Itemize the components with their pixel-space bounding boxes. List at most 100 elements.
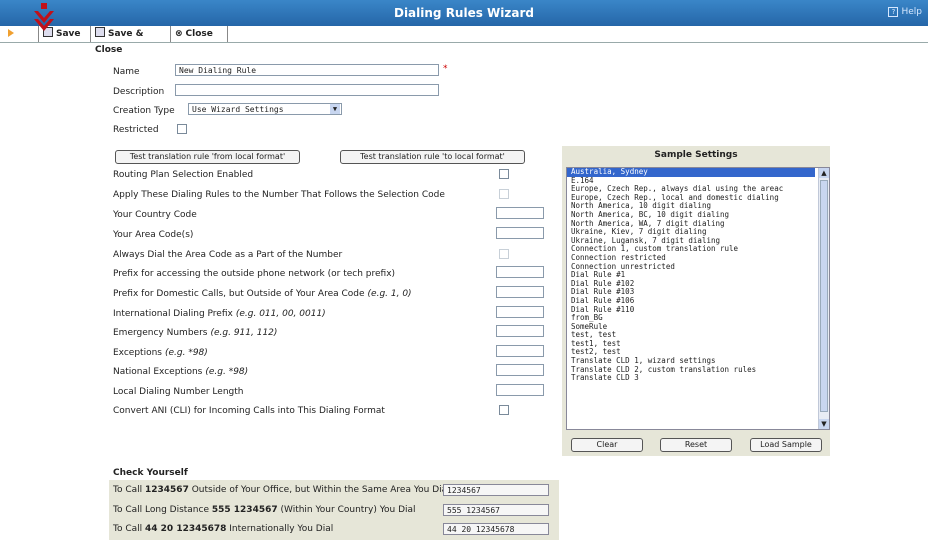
setting-label-text: International Dialing Prefix	[113, 309, 233, 319]
test-from-local-button[interactable]: Test translation rule 'from local format…	[115, 150, 300, 164]
reset-button[interactable]: Reset	[660, 438, 732, 452]
toolbar: Save Save & Close ⊗ Close	[0, 26, 928, 55]
check-text: To Call	[113, 524, 145, 534]
test-to-local-button[interactable]: Test translation rule 'to local format'	[340, 150, 525, 164]
sample-list-item[interactable]: SomeRule	[567, 323, 815, 332]
sample-list-item[interactable]: Dial Rule #102	[567, 280, 815, 289]
setting-input[interactable]	[496, 207, 544, 219]
clear-button[interactable]: Clear	[571, 438, 643, 452]
sample-list-item[interactable]: Translate CLD 2, custom translation rule…	[567, 366, 815, 375]
setting-label-text: Exceptions	[113, 348, 162, 358]
setting-checkbox[interactable]	[499, 249, 509, 259]
name-label: Name	[113, 67, 140, 77]
close-button[interactable]: ⊗ Close	[170, 26, 228, 42]
setting-checkbox[interactable]	[499, 169, 509, 179]
sample-settings-title: Sample Settings	[654, 150, 738, 160]
sample-list-item[interactable]: test, test	[567, 331, 815, 340]
toolbar-expand-icon[interactable]	[8, 29, 14, 37]
setting-label-text: Apply These Dialing Rules to the Number …	[113, 190, 445, 200]
close-label: Close	[185, 29, 213, 39]
help-label: Help	[901, 7, 922, 17]
window-titlebar: Dialing Rules Wizard ? Help	[0, 0, 928, 26]
check-row: To Call 44 20 12345678 Internationally Y…	[113, 520, 333, 538]
sample-list-item[interactable]: Dial Rule #103	[567, 288, 815, 297]
check-text: To Call Long Distance	[113, 505, 212, 515]
check-text: To Call	[113, 485, 145, 495]
creation-type-value: Use Wizard Settings	[192, 105, 284, 114]
setting-label-text: Routing Plan Selection Enabled	[113, 170, 254, 180]
check-number: 555 1234567	[211, 505, 278, 515]
check-text: Internationally You Dial	[226, 524, 334, 534]
sample-list-item[interactable]: Europe, Czech Rep., always dial using th…	[567, 185, 815, 194]
sample-list-item[interactable]: Australia, Sydney	[567, 168, 815, 177]
scrollbar-thumb[interactable]	[820, 180, 828, 412]
sample-list-item[interactable]: test2, test	[567, 348, 815, 357]
setting-input[interactable]	[496, 306, 544, 318]
sample-list-item[interactable]: Dial Rule #1	[567, 271, 815, 280]
cursor-marker-icon	[34, 3, 54, 31]
setting-label: Always Dial the Area Code as a Part of t…	[113, 250, 342, 260]
setting-hint: (e.g. 1, 0)	[367, 289, 412, 299]
sample-list-item[interactable]: Connection restricted	[567, 254, 815, 263]
setting-input[interactable]	[496, 227, 544, 239]
check-text: Outside of Your Office, but Within the S…	[188, 485, 450, 495]
setting-input[interactable]	[496, 345, 544, 357]
sample-settings-list[interactable]: Australia, Sydney E.164 Europe, Czech Rep.…	[566, 167, 830, 430]
check-number: 1234567	[145, 485, 189, 495]
description-input[interactable]	[175, 84, 439, 96]
save-close-button[interactable]: Save & Close	[90, 26, 169, 55]
sample-list-item[interactable]: Europe, Czech Rep., local and domestic d…	[567, 194, 815, 203]
load-sample-button[interactable]: Load Sample	[750, 438, 822, 452]
setting-hint: (e.g. *98)	[205, 367, 249, 377]
sample-list-item[interactable]: North America, WA, 7 digit dialing	[567, 220, 815, 229]
sample-list-item[interactable]: Ukraine, Kiev, 7 digit dialing	[567, 228, 815, 237]
sample-list-item[interactable]: Translate CLD 1, wizard settings	[567, 357, 815, 366]
creation-type-label: Creation Type	[113, 106, 175, 116]
setting-input[interactable]	[496, 266, 544, 278]
window-title: Dialing Rules Wizard	[393, 6, 534, 20]
setting-label: Your Area Code(s)	[113, 230, 193, 240]
setting-input[interactable]	[496, 384, 544, 396]
creation-type-select[interactable]: Use Wizard Settings ▼	[188, 103, 342, 115]
setting-input[interactable]	[496, 364, 544, 376]
sample-list-item[interactable]: Dial Rule #110	[567, 306, 815, 315]
setting-checkbox[interactable]	[499, 405, 509, 415]
sample-list-item[interactable]: Ukraine, Lugansk, 7 digit dialing	[567, 237, 815, 246]
chevron-down-icon: ▼	[330, 104, 340, 114]
restricted-checkbox[interactable]	[177, 124, 187, 134]
setting-label-text: Prefix for accessing the outside phone n…	[113, 269, 396, 279]
setting-label: Your Country Code	[113, 210, 197, 220]
sample-settings-panel: Sample Settings Australia, Sydney E.164 Eu…	[562, 146, 830, 456]
setting-label: Prefix for Domestic Calls, but Outside o…	[113, 289, 412, 299]
sample-list-item[interactable]: Translate CLD 3	[567, 374, 815, 383]
list-scrollbar[interactable]: ▲ ▼	[818, 168, 829, 429]
setting-label: Local Dialing Number Length	[113, 387, 243, 397]
floppy-icon	[95, 27, 105, 37]
sample-list-item[interactable]: Connection 1, custom translation rule	[567, 245, 815, 254]
scroll-up-icon[interactable]: ▲	[819, 168, 829, 178]
setting-label: Routing Plan Selection Enabled	[113, 170, 253, 180]
help-icon: ?	[888, 7, 899, 17]
check-text: (Within Your Country) You Dial	[277, 505, 416, 515]
description-label: Description	[113, 87, 165, 97]
check-result-long-distance: 555 1234567	[443, 504, 549, 516]
check-yourself-panel: To Call 1234567 Outside of Your Office, …	[109, 480, 559, 540]
sample-list-item[interactable]: test1, test	[567, 340, 815, 349]
setting-checkbox[interactable]	[499, 189, 509, 199]
name-input[interactable]: New Dialing Rule	[175, 64, 439, 76]
setting-label-text: Your Area Code(s)	[113, 230, 194, 240]
setting-input[interactable]	[496, 325, 544, 337]
sample-list-item[interactable]: North America, BC, 10 digit dialing	[567, 211, 815, 220]
setting-hint: (e.g. 011, 00, 0011)	[235, 309, 326, 319]
sample-list-item[interactable]: Dial Rule #106	[567, 297, 815, 306]
check-row: To Call 1234567 Outside of Your Office, …	[113, 481, 450, 499]
sample-list-item[interactable]: from_BG	[567, 314, 815, 323]
sample-list-item[interactable]: E.164	[567, 177, 815, 186]
setting-input[interactable]	[496, 286, 544, 298]
check-number: 44 20 12345678	[145, 524, 227, 534]
sample-list-item[interactable]: North America, 10 digit dialing	[567, 202, 815, 211]
sample-list-item[interactable]: Connection unrestricted	[567, 263, 815, 272]
setting-label: Exceptions (e.g. *98)	[113, 348, 208, 358]
scroll-down-icon[interactable]: ▼	[819, 419, 829, 429]
help-link[interactable]: ? Help	[888, 7, 922, 17]
